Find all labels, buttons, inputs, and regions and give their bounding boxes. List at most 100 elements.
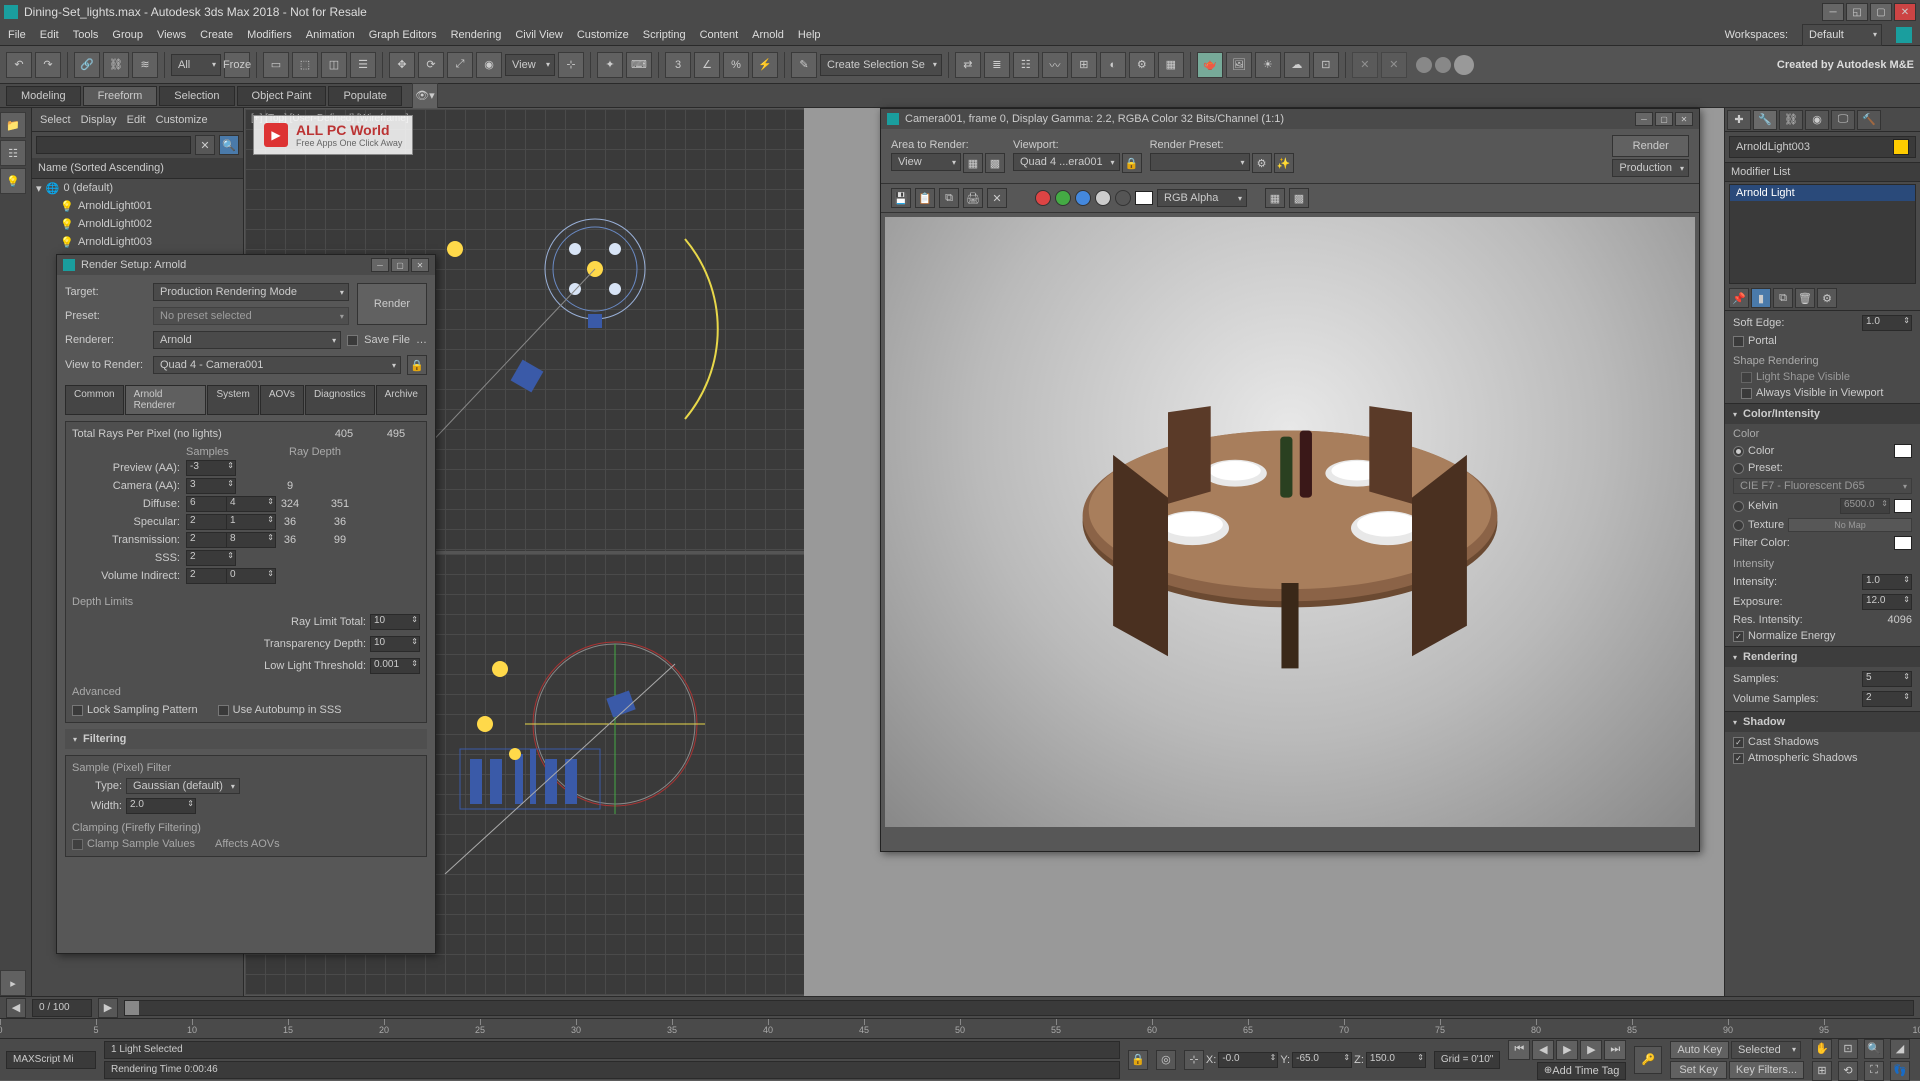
configure-sets-button[interactable]: ⚙ bbox=[1817, 288, 1837, 308]
explorer-tab-select[interactable]: Select bbox=[40, 114, 71, 126]
tab-common[interactable]: Common bbox=[65, 385, 124, 415]
kelvin-spinner[interactable]: 6500.0 bbox=[1840, 498, 1890, 514]
alpha-channel-button[interactable] bbox=[1095, 190, 1111, 206]
timeline-next-button[interactable]: ▶ bbox=[98, 998, 118, 1018]
goto-end-button[interactable]: ⏭ bbox=[1604, 1040, 1626, 1060]
preset-dropdown[interactable]: No preset selected bbox=[153, 307, 349, 325]
workspace-dropdown[interactable]: Default bbox=[1802, 24, 1882, 46]
render-close-button[interactable]: ✕ bbox=[1675, 112, 1693, 126]
zoom-all-button[interactable]: ⊞ bbox=[1812, 1061, 1832, 1081]
vol-samples-spinner[interactable]: 2 bbox=[1862, 691, 1912, 707]
rotate-button[interactable]: ⟳ bbox=[418, 52, 444, 78]
tree-root[interactable]: ▾🌐0 (default) bbox=[32, 179, 243, 197]
select-manipulate-button[interactable]: ✦ bbox=[597, 52, 623, 78]
render-maximize-button[interactable]: ▢ bbox=[1655, 112, 1673, 126]
hierarchy-tab[interactable]: ⛓ bbox=[1779, 110, 1803, 130]
maximize-button[interactable]: ▢ bbox=[1870, 3, 1892, 21]
restore-button[interactable]: ◱ bbox=[1846, 3, 1868, 21]
portal-checkbox[interactable] bbox=[1733, 336, 1744, 347]
always-visible-checkbox[interactable] bbox=[1741, 388, 1752, 399]
render-cloud-button[interactable]: ☁ bbox=[1284, 52, 1310, 78]
sample-spinner[interactable]: 8 bbox=[226, 532, 276, 548]
autobump-checkbox[interactable] bbox=[218, 705, 229, 716]
color-swatch[interactable] bbox=[1894, 444, 1912, 458]
save-file-more[interactable]: … bbox=[416, 334, 427, 346]
modify-tab[interactable]: 🔧 bbox=[1753, 110, 1777, 130]
renderer-dropdown[interactable]: Arnold bbox=[153, 331, 341, 349]
menu-file[interactable]: File bbox=[8, 29, 26, 41]
lock-view-button[interactable]: 🔒 bbox=[407, 355, 427, 375]
zoom-extents-button[interactable]: ⊡ bbox=[1838, 1039, 1858, 1059]
filter-width-spinner[interactable]: 2.0 bbox=[126, 798, 196, 814]
menu-create[interactable]: Create bbox=[200, 29, 233, 41]
save-image-button[interactable]: 💾 bbox=[891, 188, 911, 208]
render-setup-dialog[interactable]: Render Setup: Arnold ─ ▢ ✕ Target:Produc… bbox=[56, 254, 436, 954]
pan-view-button[interactable]: ✋ bbox=[1812, 1039, 1832, 1059]
close-button[interactable]: ✕ bbox=[1894, 3, 1916, 21]
atmos-shadows-checkbox[interactable] bbox=[1733, 753, 1744, 764]
channel-dropdown[interactable]: RGB Alpha bbox=[1157, 189, 1247, 207]
play-button[interactable]: ▶ bbox=[1556, 1040, 1578, 1060]
spinner-snap-button[interactable]: ⚡ bbox=[752, 52, 778, 78]
tab-aovs[interactable]: AOVs bbox=[260, 385, 304, 415]
ribbon-tab-objectpaint[interactable]: Object Paint bbox=[237, 86, 327, 106]
green-channel-button[interactable] bbox=[1055, 190, 1071, 206]
absolute-mode-button[interactable]: ⊹ bbox=[1184, 1050, 1204, 1070]
select-by-name-button[interactable]: ☰ bbox=[350, 52, 376, 78]
orbit-button[interactable]: ⟲ bbox=[1838, 1061, 1858, 1081]
render-minimize-button[interactable]: ─ bbox=[1635, 112, 1653, 126]
render-mode-dropdown[interactable]: Production bbox=[1612, 159, 1689, 177]
placement-button[interactable]: ◉ bbox=[476, 52, 502, 78]
scale-button[interactable]: ⤢ bbox=[447, 52, 473, 78]
activeshade-button[interactable]: ☀ bbox=[1255, 52, 1281, 78]
modifier-list-label[interactable]: Modifier List bbox=[1725, 162, 1920, 182]
lock-sampling-checkbox[interactable] bbox=[72, 705, 83, 716]
object-name-field[interactable]: ArnoldLight003 bbox=[1729, 136, 1916, 158]
make-unique-button[interactable]: ⧉ bbox=[1773, 288, 1793, 308]
filter-color-swatch[interactable] bbox=[1894, 536, 1912, 550]
intensity-spinner[interactable]: 1.0 bbox=[1862, 574, 1912, 590]
env-dialog-button[interactable]: ⚙ bbox=[1252, 153, 1272, 173]
toggle-ui-button[interactable]: ▦ bbox=[1265, 188, 1285, 208]
modifier-stack[interactable]: Arnold Light bbox=[1729, 184, 1916, 284]
explorer-search-input[interactable] bbox=[36, 136, 191, 154]
menu-arnold[interactable]: Arnold bbox=[752, 29, 784, 41]
clamp-sample-checkbox[interactable] bbox=[72, 839, 83, 850]
scene-explorer-button[interactable]: 📁 bbox=[0, 112, 26, 138]
preset-dropdown[interactable]: CIE F7 - Fluorescent D65 bbox=[1733, 478, 1912, 494]
select-object-button[interactable]: ▭ bbox=[263, 52, 289, 78]
next-frame-button[interactable]: ▶ bbox=[1580, 1040, 1602, 1060]
render-iterative-button[interactable]: 🖼 bbox=[1226, 52, 1252, 78]
object-color-swatch[interactable] bbox=[1893, 139, 1909, 155]
redo-button[interactable]: ↷ bbox=[35, 52, 61, 78]
modifier-item[interactable]: Arnold Light bbox=[1730, 185, 1915, 201]
exposure-spinner[interactable]: 12.0 bbox=[1862, 594, 1912, 610]
menu-tools[interactable]: Tools bbox=[73, 29, 99, 41]
tab-arnold-renderer[interactable]: Arnold Renderer bbox=[125, 385, 207, 415]
create-tab[interactable]: ✚ bbox=[1727, 110, 1751, 130]
align-button[interactable]: ≣ bbox=[984, 52, 1010, 78]
undo-button[interactable]: ↶ bbox=[6, 52, 32, 78]
key-mode-button[interactable]: 🔑 bbox=[1634, 1046, 1662, 1074]
target-dropdown[interactable]: Production Rendering Mode bbox=[153, 283, 349, 301]
menu-content[interactable]: Content bbox=[700, 29, 739, 41]
view-to-render-dropdown[interactable]: Quad 4 - Camera001 bbox=[153, 356, 401, 374]
explorer-tab-display[interactable]: Display bbox=[81, 114, 117, 126]
texture-map-button[interactable]: No Map bbox=[1788, 518, 1912, 532]
menu-customize[interactable]: Customize bbox=[577, 29, 629, 41]
viewport-dropdown[interactable]: Quad 4 ...era001 bbox=[1013, 153, 1120, 171]
preset-radio[interactable] bbox=[1733, 463, 1744, 474]
window-crossing-button[interactable]: ◫ bbox=[321, 52, 347, 78]
goto-start-button[interactable]: ⏮ bbox=[1508, 1040, 1530, 1060]
ribbon-expand-button[interactable]: 👁▾ bbox=[412, 83, 438, 109]
explorer-column-header[interactable]: Name (Sorted Ascending) bbox=[32, 158, 243, 179]
explorer-tab-customize[interactable]: Customize bbox=[156, 114, 208, 126]
add-time-tag-button[interactable]: ⊕ Add Time Tag bbox=[1537, 1062, 1626, 1080]
light-explorer-button[interactable]: 💡 bbox=[0, 168, 26, 194]
tab-system[interactable]: System bbox=[207, 385, 258, 415]
clear-button[interactable]: ✕ bbox=[987, 188, 1007, 208]
curve-editor-button[interactable]: 〰 bbox=[1042, 52, 1068, 78]
sample-spinner[interactable]: 4 bbox=[226, 496, 276, 512]
tree-item[interactable]: 💡ArnoldLight001 bbox=[32, 197, 243, 215]
tab-archive[interactable]: Archive bbox=[376, 385, 427, 415]
